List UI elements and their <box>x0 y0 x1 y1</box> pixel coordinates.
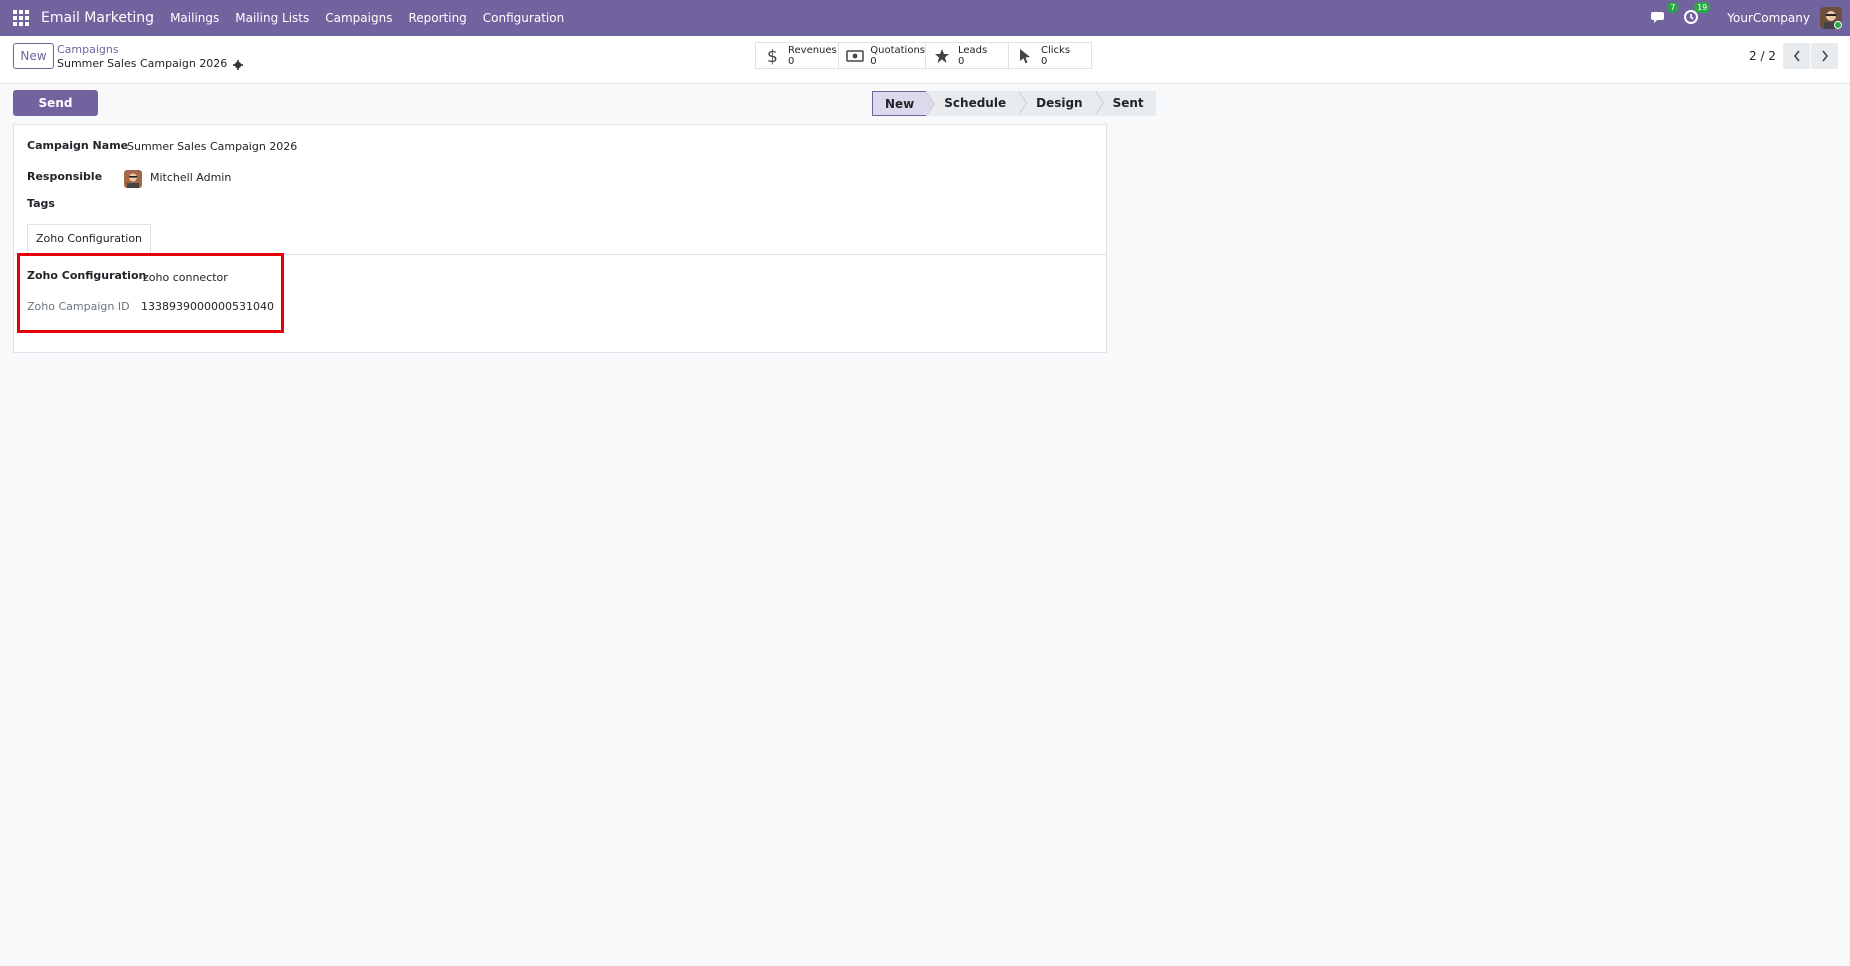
menu-reporting[interactable]: Reporting <box>408 11 466 25</box>
activities-clock-icon[interactable]: 19 <box>1683 2 1711 27</box>
leads-button[interactable]: Leads 0 <box>925 42 1009 69</box>
send-mailing-button[interactable]: Send Mailing <box>13 90 98 136</box>
activities-badge: 19 <box>1694 2 1711 13</box>
stage-schedule[interactable]: Schedule <box>926 91 1027 116</box>
svg-text:$: $ <box>767 47 778 65</box>
menu-configuration[interactable]: Configuration <box>483 11 564 25</box>
breadcrumb-current: Summer Sales Campaign 2026 <box>57 56 244 72</box>
breadcrumb: Campaigns Summer Sales Campaign 2026 <box>57 43 244 72</box>
highlight-box <box>17 253 284 333</box>
tags-label: Tags <box>27 197 55 210</box>
pager: 2 / 2 <box>1749 43 1838 69</box>
campaign-name-field[interactable]: Summer Sales Campaign 2026 <box>127 140 297 153</box>
breadcrumb-campaigns-link[interactable]: Campaigns <box>57 43 243 56</box>
app-title[interactable]: Email Marketing <box>41 10 154 26</box>
company-switcher[interactable]: YourCompany <box>1727 11 1810 25</box>
apps-grid-icon[interactable] <box>13 10 29 26</box>
cursor-icon <box>1015 47 1035 65</box>
smart-buttons: $ Revenues 0 Quotations 0 Leads 0 Clicks 0 <box>755 42 1092 69</box>
stage-design[interactable]: Design <box>1018 91 1104 116</box>
responsible-field[interactable]: Mitchell Admin <box>150 171 231 184</box>
user-avatar[interactable] <box>1820 7 1842 29</box>
revenues-button[interactable]: $ Revenues 0 <box>755 42 839 69</box>
top-navbar: Email Marketing Mailings Mailing Lists C… <box>0 0 1850 36</box>
responsible-label: Responsible <box>27 170 103 183</box>
menu-campaigns[interactable]: Campaigns <box>325 11 392 25</box>
record-title: Summer Sales Campaign 2026 <box>57 57 228 70</box>
control-panel: New Campaigns Summer Sales Campaign 2026… <box>0 36 1850 84</box>
campaign-name-label: Campaign Name <box>27 139 129 152</box>
responsible-avatar <box>124 170 142 188</box>
gear-icon[interactable] <box>233 59 244 70</box>
pager-previous-button[interactable] <box>1783 43 1810 69</box>
menu-mailing-lists[interactable]: Mailing Lists <box>235 11 309 25</box>
stage-sent[interactable]: Sent <box>1094 91 1156 116</box>
chevron-left-icon <box>1793 50 1800 62</box>
money-icon <box>845 47 864 65</box>
stage-statusbar: New Schedule Design Sent <box>872 91 1156 116</box>
menu-mailings[interactable]: Mailings <box>170 11 219 25</box>
form-sheet: Campaign Name Summer Sales Campaign 2026… <box>13 124 1107 353</box>
new-button[interactable]: New <box>13 43 54 69</box>
clicks-button[interactable]: Clicks 0 <box>1008 42 1092 69</box>
stage-new[interactable]: New <box>872 91 936 116</box>
messages-badge: 7 <box>1667 2 1679 13</box>
pager-next-button[interactable] <box>1811 43 1838 69</box>
star-icon <box>932 47 952 65</box>
dollar-icon: $ <box>762 47 782 65</box>
messages-icon[interactable]: 7 <box>1651 2 1679 27</box>
chevron-right-icon <box>1821 50 1828 62</box>
pager-value[interactable]: 2 / 2 <box>1749 49 1776 63</box>
quotations-button[interactable]: Quotations 0 <box>838 42 926 69</box>
tab-zoho-configuration[interactable]: Zoho Configuration <box>27 224 151 254</box>
